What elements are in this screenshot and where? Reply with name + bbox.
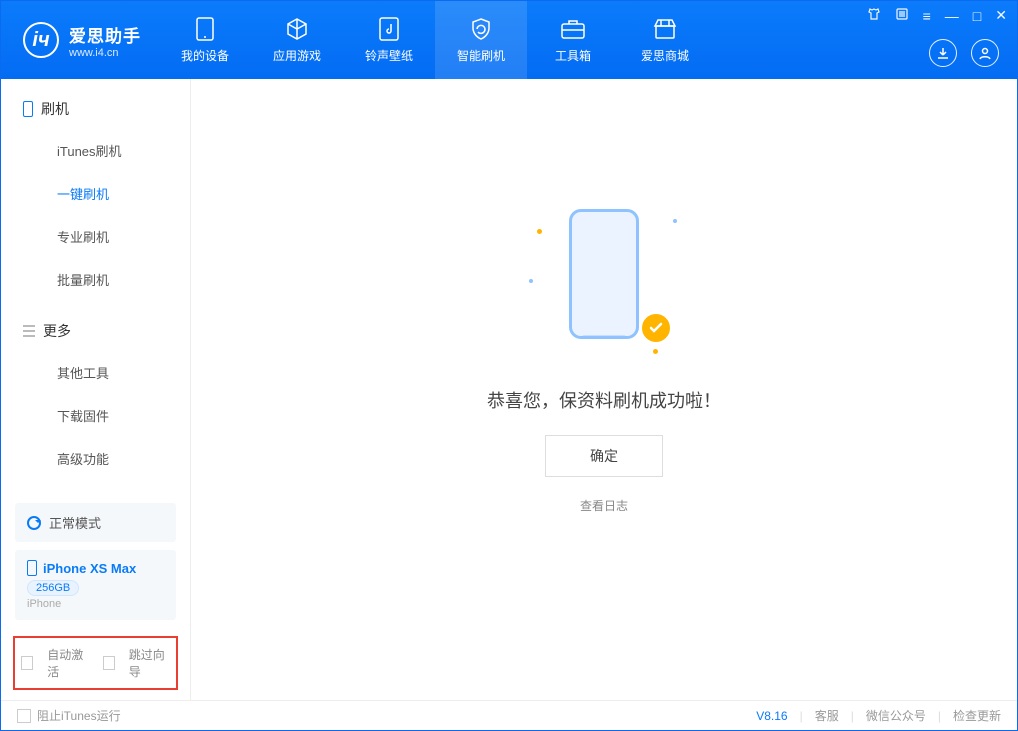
label-skip-guide: 跳过向导 <box>129 646 170 680</box>
phone-icon <box>27 560 37 576</box>
footer: 阻止iTunes运行 V8.16 | 客服 | 微信公众号 | 检查更新 <box>1 700 1017 730</box>
sidebar-item-oneclick-flash[interactable]: 一键刷机 <box>1 172 190 215</box>
label-auto-activate: 自动激活 <box>47 646 88 680</box>
sidebar-section-more: 更多 <box>1 301 190 351</box>
header: iч 爱思助手 www.i4.cn 我的设备 应用游戏 铃声壁纸 智能刷机 <box>1 1 1017 79</box>
device-storage-badge: 256GB <box>27 580 79 596</box>
sidebar-item-pro-flash[interactable]: 专业刷机 <box>1 215 190 258</box>
success-illustration <box>529 189 679 359</box>
device-mode-card[interactable]: 正常模式 <box>15 503 176 542</box>
shield-refresh-icon <box>468 16 494 42</box>
device-type: iPhone <box>27 598 164 610</box>
device-name: iPhone XS Max <box>43 561 136 576</box>
device-icon <box>192 16 218 42</box>
footer-wechat-link[interactable]: 微信公众号 <box>866 707 926 724</box>
tab-my-device[interactable]: 我的设备 <box>159 1 251 79</box>
footer-check-update-link[interactable]: 检查更新 <box>953 707 1001 724</box>
app-url: www.i4.cn <box>69 47 141 59</box>
checkbox-auto-activate[interactable] <box>21 656 33 670</box>
footer-support-link[interactable]: 客服 <box>815 707 839 724</box>
phone-icon <box>23 101 33 117</box>
sidebar-item-advanced[interactable]: 高级功能 <box>1 437 190 480</box>
refresh-icon <box>27 516 41 530</box>
success-message: 恭喜您，保资料刷机成功啦！ <box>487 387 721 413</box>
window-controls: ≡ — □ ✕ <box>867 7 1007 24</box>
logo-area: iч 爱思助手 www.i4.cn <box>1 1 159 79</box>
user-button[interactable] <box>971 39 999 67</box>
menu-icon[interactable]: ≡ <box>923 8 931 24</box>
tab-store[interactable]: 爱思商城 <box>619 1 711 79</box>
maximize-button[interactable]: □ <box>973 8 981 24</box>
sidebar: 刷机 iTunes刷机 一键刷机 专业刷机 批量刷机 更多 其他工具 下载固件 … <box>1 79 191 700</box>
store-icon <box>652 16 678 42</box>
logo-text: 爱思助手 www.i4.cn <box>69 22 141 59</box>
check-icon <box>639 311 673 345</box>
tab-apps-games[interactable]: 应用游戏 <box>251 1 343 79</box>
toolbox-icon <box>560 16 586 42</box>
list-icon[interactable] <box>895 7 909 24</box>
tab-smart-flash[interactable]: 智能刷机 <box>435 1 527 79</box>
header-tabs: 我的设备 应用游戏 铃声壁纸 智能刷机 工具箱 爱思商城 <box>159 1 711 79</box>
download-button[interactable] <box>929 39 957 67</box>
sidebar-item-batch-flash[interactable]: 批量刷机 <box>1 258 190 301</box>
label-block-itunes: 阻止iTunes运行 <box>37 707 121 724</box>
checkbox-block-itunes[interactable] <box>17 709 31 723</box>
app-name: 爱思助手 <box>69 22 141 47</box>
main-content: 恭喜您，保资料刷机成功啦！ 确定 查看日志 <box>191 79 1017 700</box>
minimize-button[interactable]: — <box>945 8 959 24</box>
app-window: iч 爱思助手 www.i4.cn 我的设备 应用游戏 铃声壁纸 智能刷机 <box>0 0 1018 731</box>
list-icon <box>23 325 35 337</box>
version-label: V8.16 <box>756 709 787 723</box>
sidebar-section-flash: 刷机 <box>1 79 190 129</box>
sidebar-item-other-tools[interactable]: 其他工具 <box>1 351 190 394</box>
header-right-buttons <box>929 39 999 67</box>
highlight-box: 自动激活 跳过向导 <box>13 636 178 690</box>
checkbox-skip-guide[interactable] <box>103 656 115 670</box>
tab-ringtone-wallpaper[interactable]: 铃声壁纸 <box>343 1 435 79</box>
shirt-icon[interactable] <box>867 7 881 24</box>
close-button[interactable]: ✕ <box>995 7 1007 24</box>
tab-toolbox[interactable]: 工具箱 <box>527 1 619 79</box>
cube-icon <box>284 16 310 42</box>
sidebar-item-itunes-flash[interactable]: iTunes刷机 <box>1 129 190 172</box>
body: 刷机 iTunes刷机 一键刷机 专业刷机 批量刷机 更多 其他工具 下载固件 … <box>1 79 1017 700</box>
logo-icon: iч <box>23 22 59 58</box>
ok-button[interactable]: 确定 <box>545 435 663 477</box>
device-info-card[interactable]: iPhone XS Max 256GB iPhone <box>15 550 176 620</box>
sidebar-item-download-firmware[interactable]: 下载固件 <box>1 394 190 437</box>
view-log-link[interactable]: 查看日志 <box>580 497 628 514</box>
music-file-icon <box>376 16 402 42</box>
